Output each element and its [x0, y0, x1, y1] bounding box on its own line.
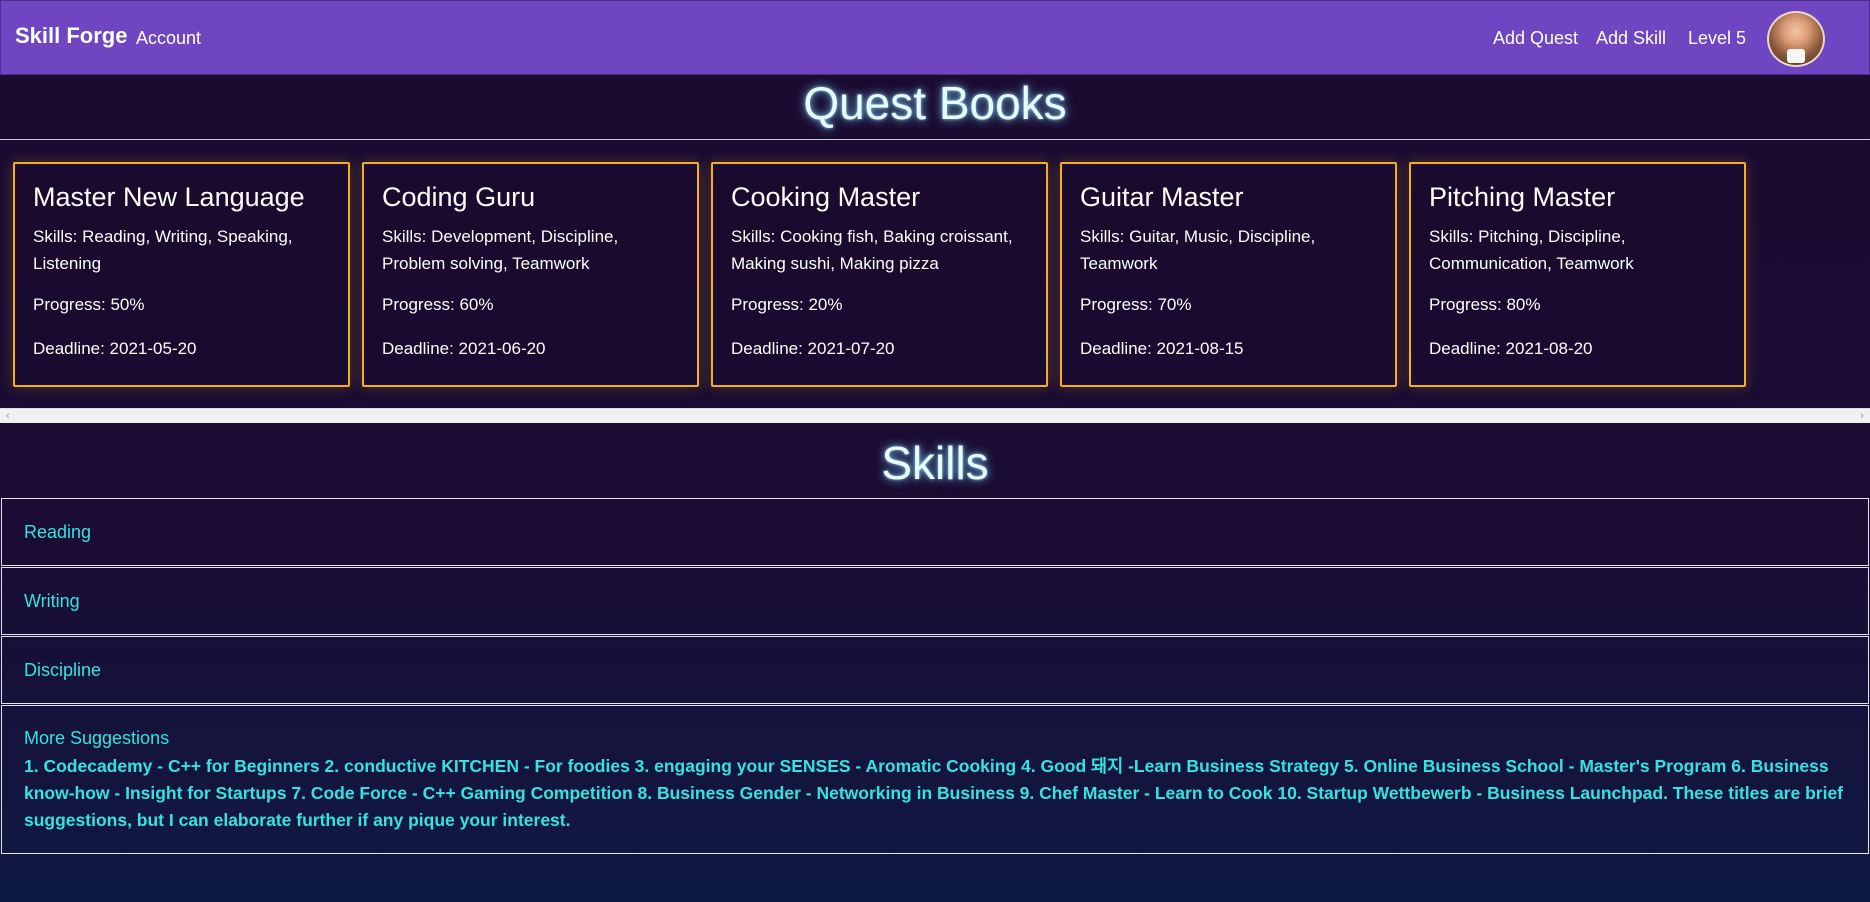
quest-title: Cooking Master — [731, 182, 921, 212]
scroll-right-icon[interactable]: › — [1860, 409, 1864, 424]
suggestions-text: 1. Codecademy - C++ for Beginners 2. con… — [24, 756, 1844, 830]
scroll-left-icon[interactable]: ‹ — [6, 409, 10, 424]
quest-skills: Skills: Cooking fish, Baking croissant, … — [731, 227, 1013, 273]
quest-deadline: Deadline: 2021-06-20 — [382, 339, 546, 358]
quest-title: Coding Guru — [382, 182, 536, 212]
quest-card[interactable]: Pitching Master Skills: Pitching, Discip… — [1409, 162, 1746, 387]
skill-item-label: Discipline — [24, 659, 102, 680]
quest-title: Pitching Master — [1429, 182, 1616, 212]
user-avatar[interactable] — [1767, 11, 1825, 67]
suggestions-title: More Suggestions — [24, 728, 170, 748]
skill-item-label: Writing — [24, 590, 80, 611]
quest-progress: Progress: 70% — [1080, 295, 1192, 314]
quest-skills: Skills: Development, Discipline, Problem… — [382, 227, 619, 273]
add-quest-link[interactable]: Add Quest — [1493, 28, 1578, 49]
quest-progress: Progress: 50% — [33, 295, 145, 314]
quest-card[interactable]: Cooking Master Skills: Cooking fish, Bak… — [711, 162, 1048, 387]
quest-card[interactable]: Coding Guru Skills: Development, Discipl… — [362, 162, 699, 387]
quest-skills: Skills: Reading, Writing, Speaking, List… — [33, 227, 293, 273]
skills-title: Skills — [881, 437, 989, 489]
quest-deadline: Deadline: 2021-08-15 — [1080, 339, 1244, 358]
quest-progress: Progress: 20% — [731, 295, 843, 314]
quest-deadline: Deadline: 2021-07-20 — [731, 339, 895, 358]
add-skill-link[interactable]: Add Skill — [1596, 28, 1666, 49]
quest-progress: Progress: 60% — [382, 295, 494, 314]
quest-card[interactable]: Guitar Master Skills: Guitar, Music, Dis… — [1060, 162, 1397, 387]
quest-books-title: Quest Books — [803, 77, 1067, 129]
quest-deadline: Deadline: 2021-08-20 — [1429, 339, 1593, 358]
skill-item-reading[interactable]: Reading — [1, 498, 1869, 566]
skill-item-label: Reading — [24, 521, 92, 542]
quest-title: Master New Language — [33, 182, 305, 212]
quest-skills: Skills: Pitching, Discipline, Communicat… — [1429, 227, 1634, 273]
quest-deadline: Deadline: 2021-05-20 — [33, 339, 197, 358]
skill-item-writing[interactable]: Writing — [1, 567, 1869, 635]
quest-skills: Skills: Guitar, Music, Discipline, Teamw… — [1080, 227, 1316, 273]
quest-title: Guitar Master — [1080, 182, 1244, 212]
more-suggestions-panel: More Suggestions 1. Codecademy - C++ for… — [1, 705, 1869, 854]
top-navbar: Skill Forge Account Add Quest Add Skill … — [0, 0, 1870, 75]
quest-horizontal-scrollbar[interactable]: ‹ › — [0, 408, 1870, 423]
level-indicator: Level 5 — [1688, 28, 1747, 48]
nav-account-link[interactable]: Account — [136, 28, 201, 49]
skill-item-discipline[interactable]: Discipline — [1, 636, 1869, 704]
quest-card[interactable]: Master New Language Skills: Reading, Wri… — [13, 162, 350, 387]
quest-cards-strip: Master New Language Skills: Reading, Wri… — [0, 139, 1870, 408]
quest-progress: Progress: 80% — [1429, 295, 1541, 314]
brand-link[interactable]: Skill Forge — [15, 23, 127, 49]
